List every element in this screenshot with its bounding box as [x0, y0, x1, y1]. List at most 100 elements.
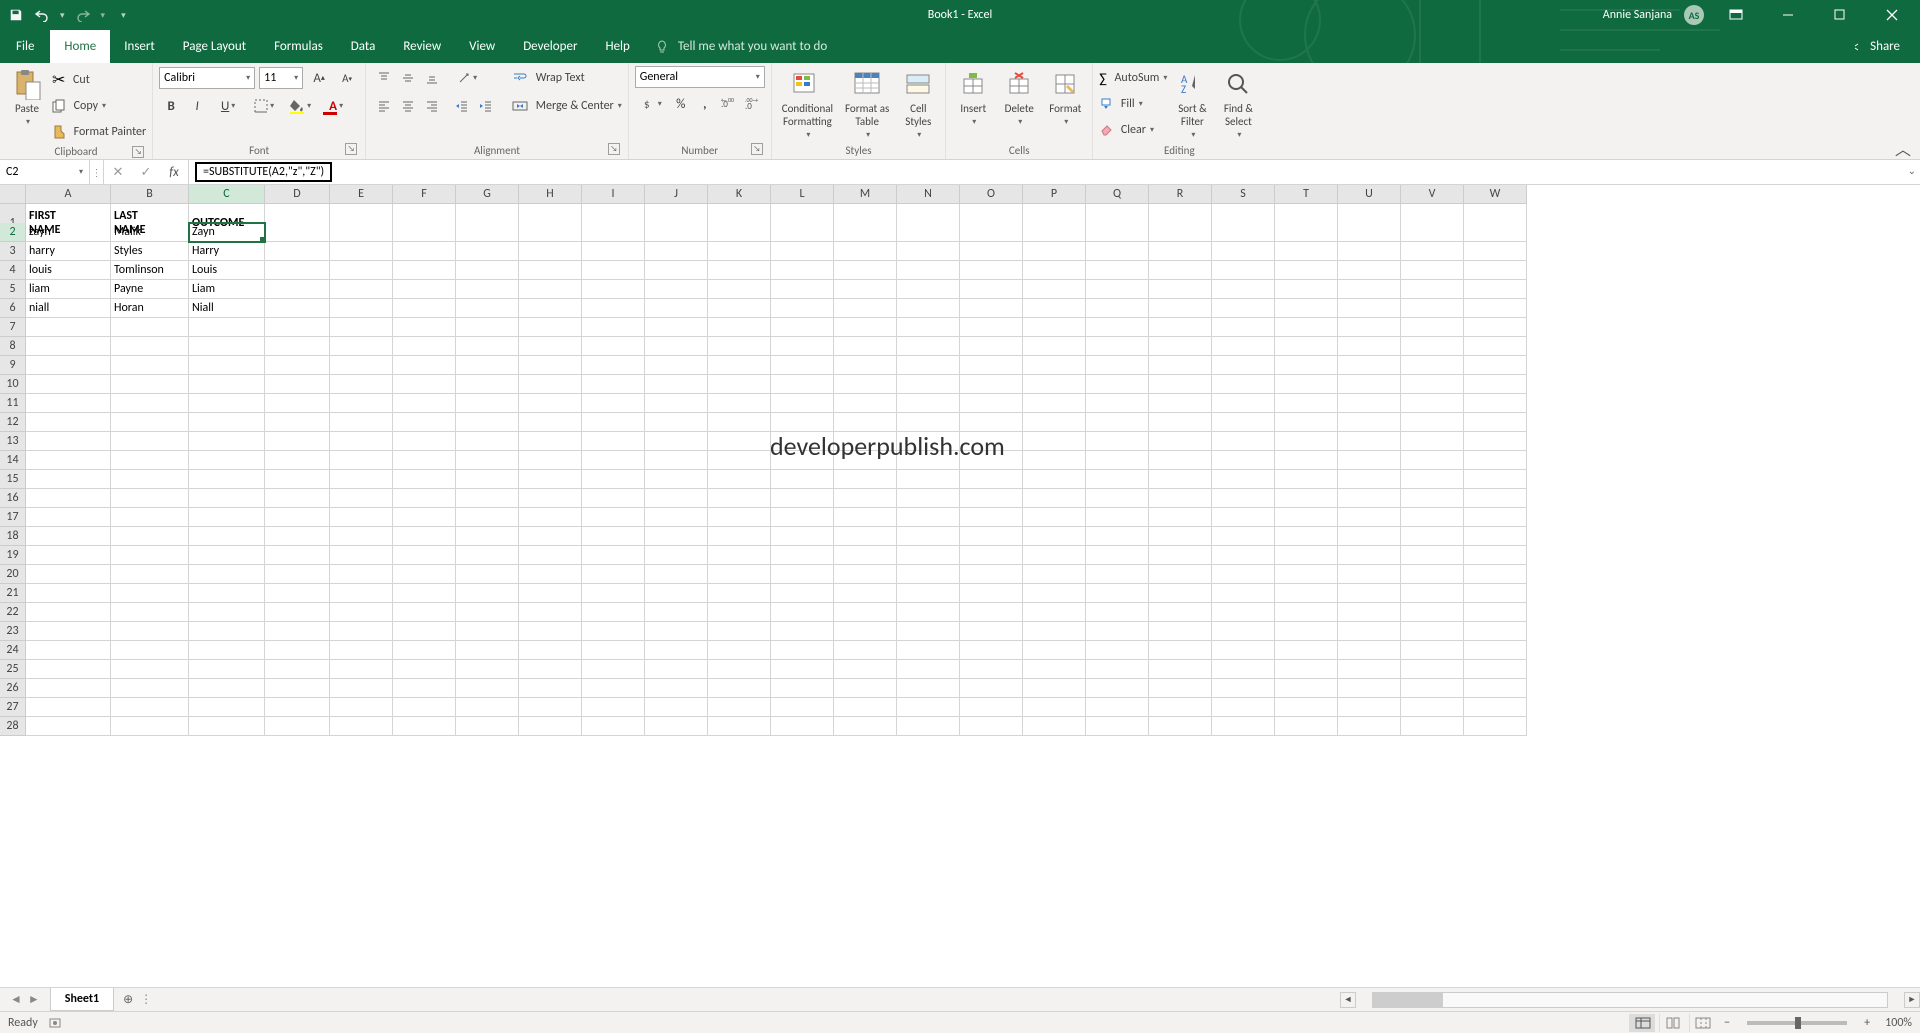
cell-I10[interactable] — [582, 375, 645, 394]
qat-customize-icon[interactable]: ▾ — [121, 10, 126, 21]
dialog-launcher-icon[interactable]: ↘ — [608, 143, 620, 155]
cell-H14[interactable] — [519, 451, 582, 470]
cell-G25[interactable] — [456, 660, 519, 679]
column-header-Q[interactable]: Q — [1086, 185, 1149, 204]
cell-V13[interactable] — [1401, 432, 1464, 451]
sheet-nav-next-icon[interactable]: ► — [28, 992, 40, 1007]
row-header-21[interactable]: 21 — [0, 584, 26, 603]
cell-K25[interactable] — [708, 660, 771, 679]
cell-P9[interactable] — [1023, 356, 1086, 375]
cell-N7[interactable] — [897, 318, 960, 337]
cell-O22[interactable] — [960, 603, 1023, 622]
cell-U23[interactable] — [1338, 622, 1401, 641]
cell-T2[interactable] — [1275, 223, 1338, 242]
cell-R20[interactable] — [1149, 565, 1212, 584]
cell-A16[interactable] — [26, 489, 111, 508]
cell-V6[interactable] — [1401, 299, 1464, 318]
cell-K17[interactable] — [708, 508, 771, 527]
cell-N16[interactable] — [897, 489, 960, 508]
cell-F7[interactable] — [393, 318, 456, 337]
namebox-resize[interactable]: ⋮ — [90, 160, 104, 184]
cell-M10[interactable] — [834, 375, 897, 394]
cell-K7[interactable] — [708, 318, 771, 337]
cell-H7[interactable] — [519, 318, 582, 337]
column-header-O[interactable]: O — [960, 185, 1023, 204]
cell-O21[interactable] — [960, 584, 1023, 603]
cell-Q23[interactable] — [1086, 622, 1149, 641]
cell-M26[interactable] — [834, 679, 897, 698]
cell-G21[interactable] — [456, 584, 519, 603]
cell-G6[interactable] — [456, 299, 519, 318]
cell-C7[interactable] — [189, 318, 265, 337]
cell-I2[interactable] — [582, 223, 645, 242]
cell-F22[interactable] — [393, 603, 456, 622]
cell-V21[interactable] — [1401, 584, 1464, 603]
cell-B28[interactable] — [111, 717, 189, 736]
cell-G27[interactable] — [456, 698, 519, 717]
cell-W12[interactable] — [1464, 413, 1527, 432]
cell-O2[interactable] — [960, 223, 1023, 242]
cell-E14[interactable] — [330, 451, 393, 470]
cell-A22[interactable] — [26, 603, 111, 622]
cell-A17[interactable] — [26, 508, 111, 527]
cell-M22[interactable] — [834, 603, 897, 622]
cell-F9[interactable] — [393, 356, 456, 375]
cell-I19[interactable] — [582, 546, 645, 565]
cell-E8[interactable] — [330, 337, 393, 356]
font-name-combo[interactable]: Calibri▾ — [159, 67, 255, 89]
cell-W25[interactable] — [1464, 660, 1527, 679]
select-all-corner[interactable] — [0, 185, 26, 204]
row-header-13[interactable]: 13 — [0, 432, 26, 451]
cell-O3[interactable] — [960, 242, 1023, 261]
cell-V9[interactable] — [1401, 356, 1464, 375]
cell-L9[interactable] — [771, 356, 834, 375]
cell-I28[interactable] — [582, 717, 645, 736]
cell-E4[interactable] — [330, 261, 393, 280]
cell-V22[interactable] — [1401, 603, 1464, 622]
cell-F15[interactable] — [393, 470, 456, 489]
cell-K10[interactable] — [708, 375, 771, 394]
row-header-19[interactable]: 19 — [0, 546, 26, 565]
cell-E21[interactable] — [330, 584, 393, 603]
row-header-7[interactable]: 7 — [0, 318, 26, 337]
cell-Q10[interactable] — [1086, 375, 1149, 394]
cell-V11[interactable] — [1401, 394, 1464, 413]
cell-L28[interactable] — [771, 717, 834, 736]
cell-K9[interactable] — [708, 356, 771, 375]
cell-N6[interactable] — [897, 299, 960, 318]
cell-R6[interactable] — [1149, 299, 1212, 318]
cell-A10[interactable] — [26, 375, 111, 394]
cell-K5[interactable] — [708, 280, 771, 299]
cell-T13[interactable] — [1275, 432, 1338, 451]
cell-F21[interactable] — [393, 584, 456, 603]
cell-N26[interactable] — [897, 679, 960, 698]
row-header-6[interactable]: 6 — [0, 299, 26, 318]
cell-T22[interactable] — [1275, 603, 1338, 622]
cell-A18[interactable] — [26, 527, 111, 546]
cell-K19[interactable] — [708, 546, 771, 565]
cell-M21[interactable] — [834, 584, 897, 603]
cell-U16[interactable] — [1338, 489, 1401, 508]
redo-icon[interactable] — [75, 7, 91, 23]
percent-format-icon[interactable]: % — [669, 92, 693, 116]
cell-M27[interactable] — [834, 698, 897, 717]
cell-A28[interactable] — [26, 717, 111, 736]
cell-D21[interactable] — [265, 584, 330, 603]
cell-I25[interactable] — [582, 660, 645, 679]
find-select-button[interactable]: Find & Select▾ — [1217, 66, 1259, 142]
cell-T3[interactable] — [1275, 242, 1338, 261]
cell-B8[interactable] — [111, 337, 189, 356]
cell-P3[interactable] — [1023, 242, 1086, 261]
cell-F18[interactable] — [393, 527, 456, 546]
cell-S8[interactable] — [1212, 337, 1275, 356]
cell-I12[interactable] — [582, 413, 645, 432]
cell-R27[interactable] — [1149, 698, 1212, 717]
cell-H18[interactable] — [519, 527, 582, 546]
cell-F13[interactable] — [393, 432, 456, 451]
cell-W7[interactable] — [1464, 318, 1527, 337]
cell-O10[interactable] — [960, 375, 1023, 394]
zoom-slider[interactable] — [1747, 1021, 1847, 1025]
cell-I26[interactable] — [582, 679, 645, 698]
cell-V12[interactable] — [1401, 413, 1464, 432]
row-header-4[interactable]: 4 — [0, 261, 26, 280]
